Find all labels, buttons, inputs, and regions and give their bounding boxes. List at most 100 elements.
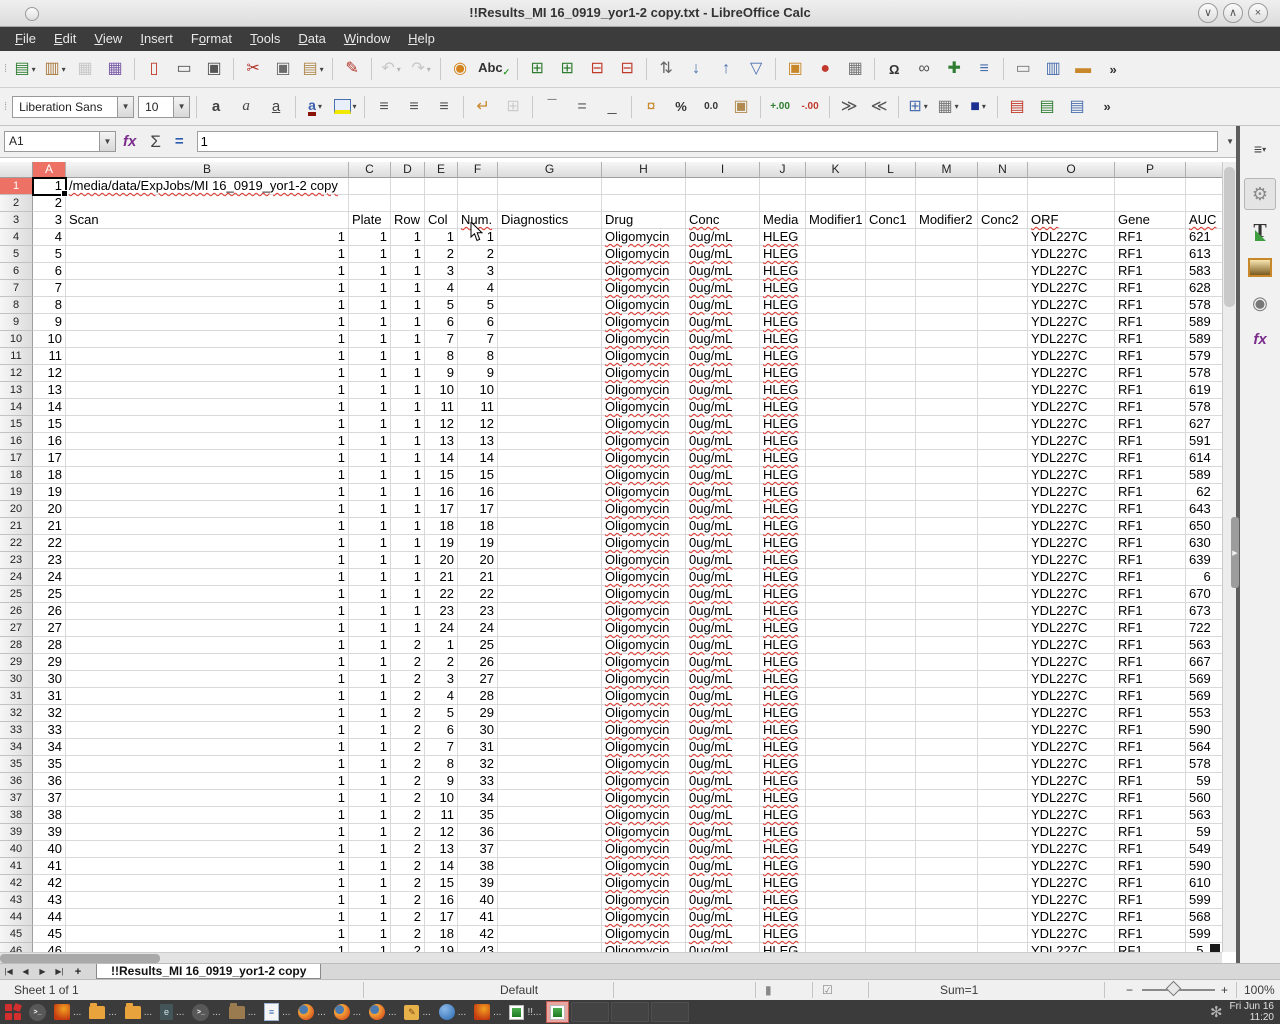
cell-G32[interactable] [498, 705, 602, 722]
cell-F19[interactable]: 16 [458, 484, 498, 501]
cell-H39[interactable]: Oligomycin [602, 824, 686, 841]
toolbar-drag-handle-icon[interactable]: ⁞ [4, 63, 6, 75]
cell-L39[interactable] [866, 824, 916, 841]
cell-N26[interactable] [978, 603, 1028, 620]
taskbar-item-firefox[interactable]: ... [331, 1001, 364, 1023]
cell-D16[interactable]: 1 [391, 433, 425, 450]
cell-P12[interactable]: RF1 [1115, 365, 1186, 382]
cell-Q15[interactable]: 627 [1186, 416, 1222, 433]
cell-E39[interactable]: 12 [425, 824, 458, 841]
document-modified-icon[interactable]: ☑ [822, 983, 833, 997]
cell-D40[interactable]: 2 [391, 841, 425, 858]
cell-D24[interactable]: 1 [391, 569, 425, 586]
new-document-button[interactable]: ▤▾ [11, 55, 39, 83]
cell-P37[interactable]: RF1 [1115, 790, 1186, 807]
cell-H46[interactable]: Oligomycin [602, 943, 686, 952]
cell-I42[interactable]: 0ug/mL [686, 875, 760, 892]
cell-J27[interactable]: HLEG [760, 620, 806, 637]
cell-K17[interactable] [806, 450, 866, 467]
cell-A17[interactable]: 17 [33, 450, 66, 467]
cell-A25[interactable]: 25 [33, 586, 66, 603]
underline-button[interactable]: a [262, 93, 290, 121]
cell-J25[interactable]: HLEG [760, 586, 806, 603]
cell-F24[interactable]: 21 [458, 569, 498, 586]
cell-G41[interactable] [498, 858, 602, 875]
align-center-button[interactable]: ≡ [400, 93, 428, 121]
cell-M43[interactable] [916, 892, 978, 909]
cell-N5[interactable] [978, 246, 1028, 263]
autofilter-button[interactable]: ▽ [742, 55, 770, 83]
cell-O19[interactable]: YDL227C [1028, 484, 1115, 501]
cell-B12[interactable]: 1 [66, 365, 349, 382]
cell-M26[interactable] [916, 603, 978, 620]
cell-F42[interactable]: 39 [458, 875, 498, 892]
cell-Q2[interactable] [1186, 195, 1222, 212]
cell-A18[interactable]: 18 [33, 467, 66, 484]
cell-Q25[interactable]: 670 [1186, 586, 1222, 603]
redo-button[interactable]: ↷▾ [407, 55, 435, 83]
cell-N22[interactable] [978, 535, 1028, 552]
cell-A27[interactable]: 27 [33, 620, 66, 637]
cell-O11[interactable]: YDL227C [1028, 348, 1115, 365]
cell-C34[interactable]: 1 [349, 739, 391, 756]
cell-B32[interactable]: 1 [66, 705, 349, 722]
menu-insert[interactable]: Insert [131, 27, 182, 51]
cell-A22[interactable]: 22 [33, 535, 66, 552]
cell-J40[interactable]: HLEG [760, 841, 806, 858]
cell-O29[interactable]: YDL227C [1028, 654, 1115, 671]
cell-B45[interactable]: 1 [66, 926, 349, 943]
cell-K4[interactable] [806, 229, 866, 246]
cell-G16[interactable] [498, 433, 602, 450]
cell-K43[interactable] [806, 892, 866, 909]
cell-F28[interactable]: 25 [458, 637, 498, 654]
cell-O12[interactable]: YDL227C [1028, 365, 1115, 382]
cell-P41[interactable]: RF1 [1115, 858, 1186, 875]
cell-C6[interactable]: 1 [349, 263, 391, 280]
dropdown-arrow-icon[interactable]: ▼ [173, 97, 189, 117]
cell-I1[interactable] [686, 178, 760, 195]
cell-Q1[interactable] [1186, 178, 1222, 195]
cell-B17[interactable]: 1 [66, 450, 349, 467]
cell-H2[interactable] [602, 195, 686, 212]
cell-G40[interactable] [498, 841, 602, 858]
cell-B27[interactable]: 1 [66, 620, 349, 637]
cell-E5[interactable]: 2 [425, 246, 458, 263]
cell-E12[interactable]: 9 [425, 365, 458, 382]
cell-A6[interactable]: 6 [33, 263, 66, 280]
cell-P19[interactable]: RF1 [1115, 484, 1186, 501]
cell-F13[interactable]: 10 [458, 382, 498, 399]
cell-G46[interactable] [498, 943, 602, 952]
cell-N29[interactable] [978, 654, 1028, 671]
cell-E38[interactable]: 11 [425, 807, 458, 824]
cell-G1[interactable] [498, 178, 602, 195]
cell-I29[interactable]: 0ug/mL [686, 654, 760, 671]
cell-N12[interactable] [978, 365, 1028, 382]
zoom-level[interactable]: 100% [1244, 983, 1275, 997]
cell-G3[interactable]: Diagnostics [498, 212, 602, 229]
cell-N43[interactable] [978, 892, 1028, 909]
cell-J30[interactable]: HLEG [760, 671, 806, 688]
taskbar-item-matlab[interactable]: ... [51, 1001, 84, 1023]
row-header-27[interactable]: 27 [0, 620, 33, 637]
cell-N24[interactable] [978, 569, 1028, 586]
cell-N34[interactable] [978, 739, 1028, 756]
row-header-15[interactable]: 15 [0, 416, 33, 433]
cell-N38[interactable] [978, 807, 1028, 824]
cell-L27[interactable] [866, 620, 916, 637]
cell-J45[interactable]: HLEG [760, 926, 806, 943]
cell-D23[interactable]: 1 [391, 552, 425, 569]
cell-M15[interactable] [916, 416, 978, 433]
cell-F6[interactable]: 3 [458, 263, 498, 280]
cell-A42[interactable]: 42 [33, 875, 66, 892]
cell-I5[interactable]: 0ug/mL [686, 246, 760, 263]
cell-H24[interactable]: Oligomycin [602, 569, 686, 586]
row-header-26[interactable]: 26 [0, 603, 33, 620]
cell-E27[interactable]: 24 [425, 620, 458, 637]
cell-Q5[interactable]: 613 [1186, 246, 1222, 263]
cell-B42[interactable]: 1 [66, 875, 349, 892]
border-style-button[interactable]: ▦▾ [934, 93, 962, 121]
cell-M13[interactable] [916, 382, 978, 399]
cell-A44[interactable]: 44 [33, 909, 66, 926]
cell-I24[interactable]: 0ug/mL [686, 569, 760, 586]
cell-I28[interactable]: 0ug/mL [686, 637, 760, 654]
